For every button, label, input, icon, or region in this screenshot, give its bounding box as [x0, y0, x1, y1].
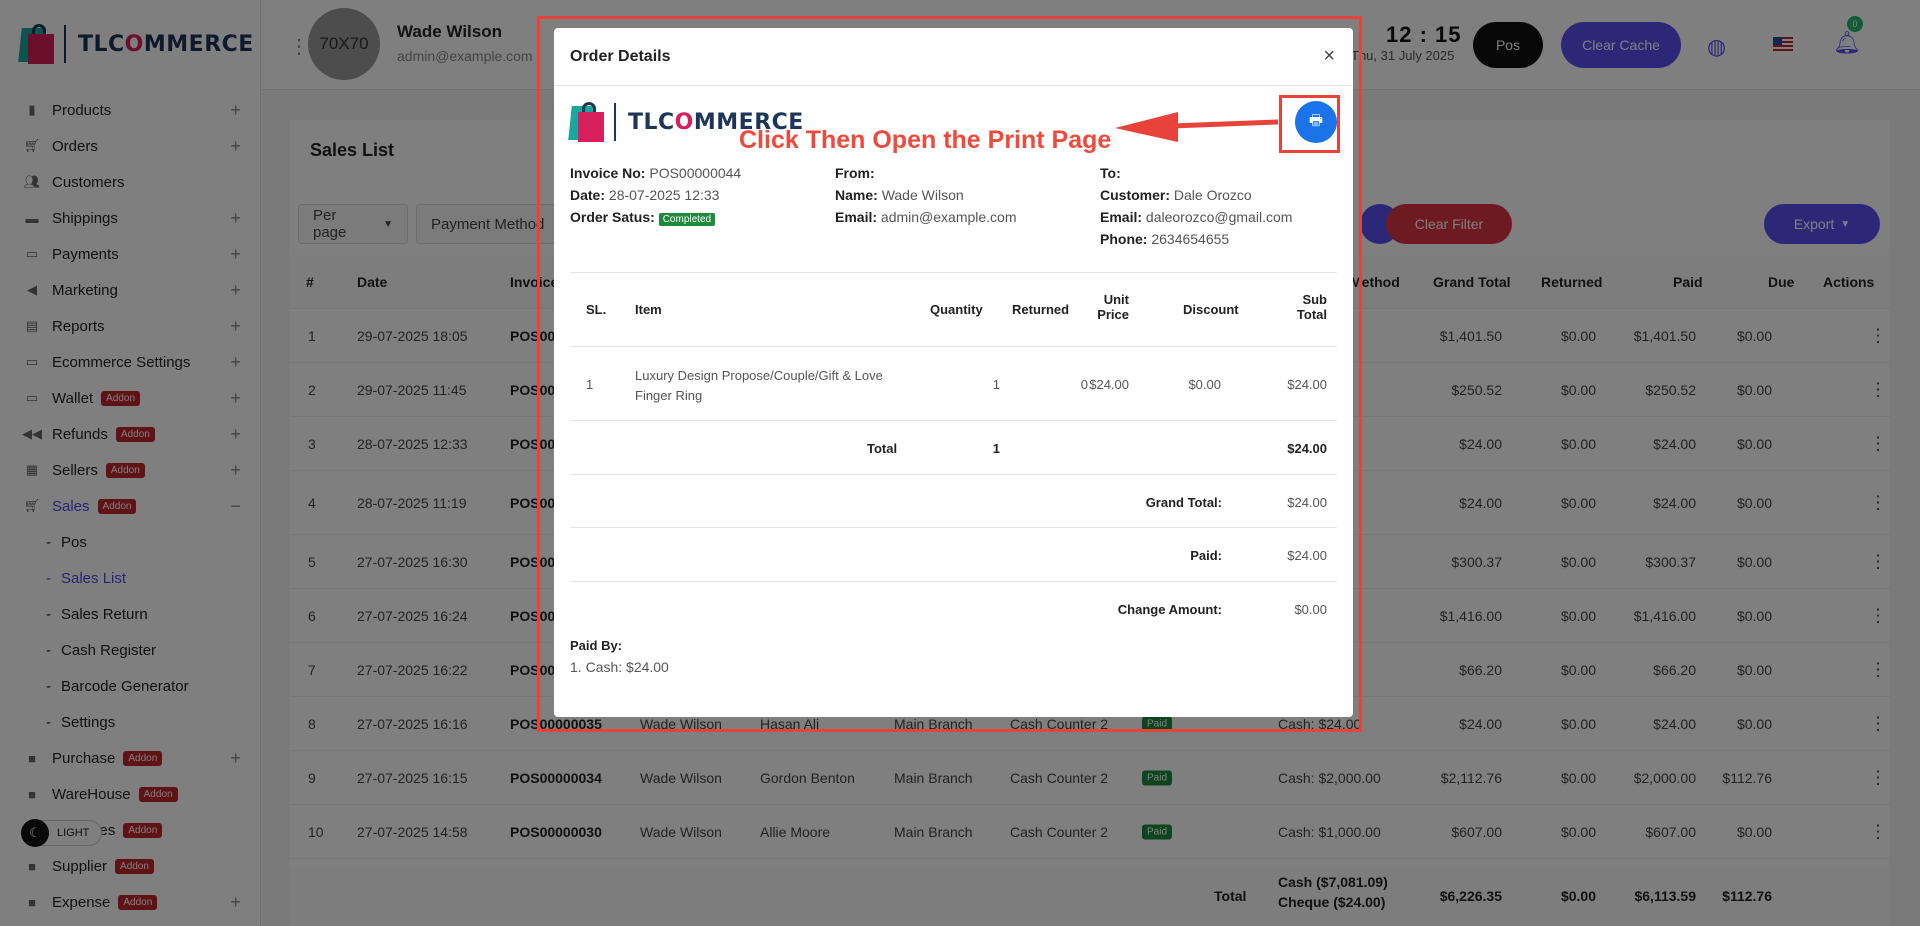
- annotation-text: Click Then Open the Print Page: [739, 126, 1112, 154]
